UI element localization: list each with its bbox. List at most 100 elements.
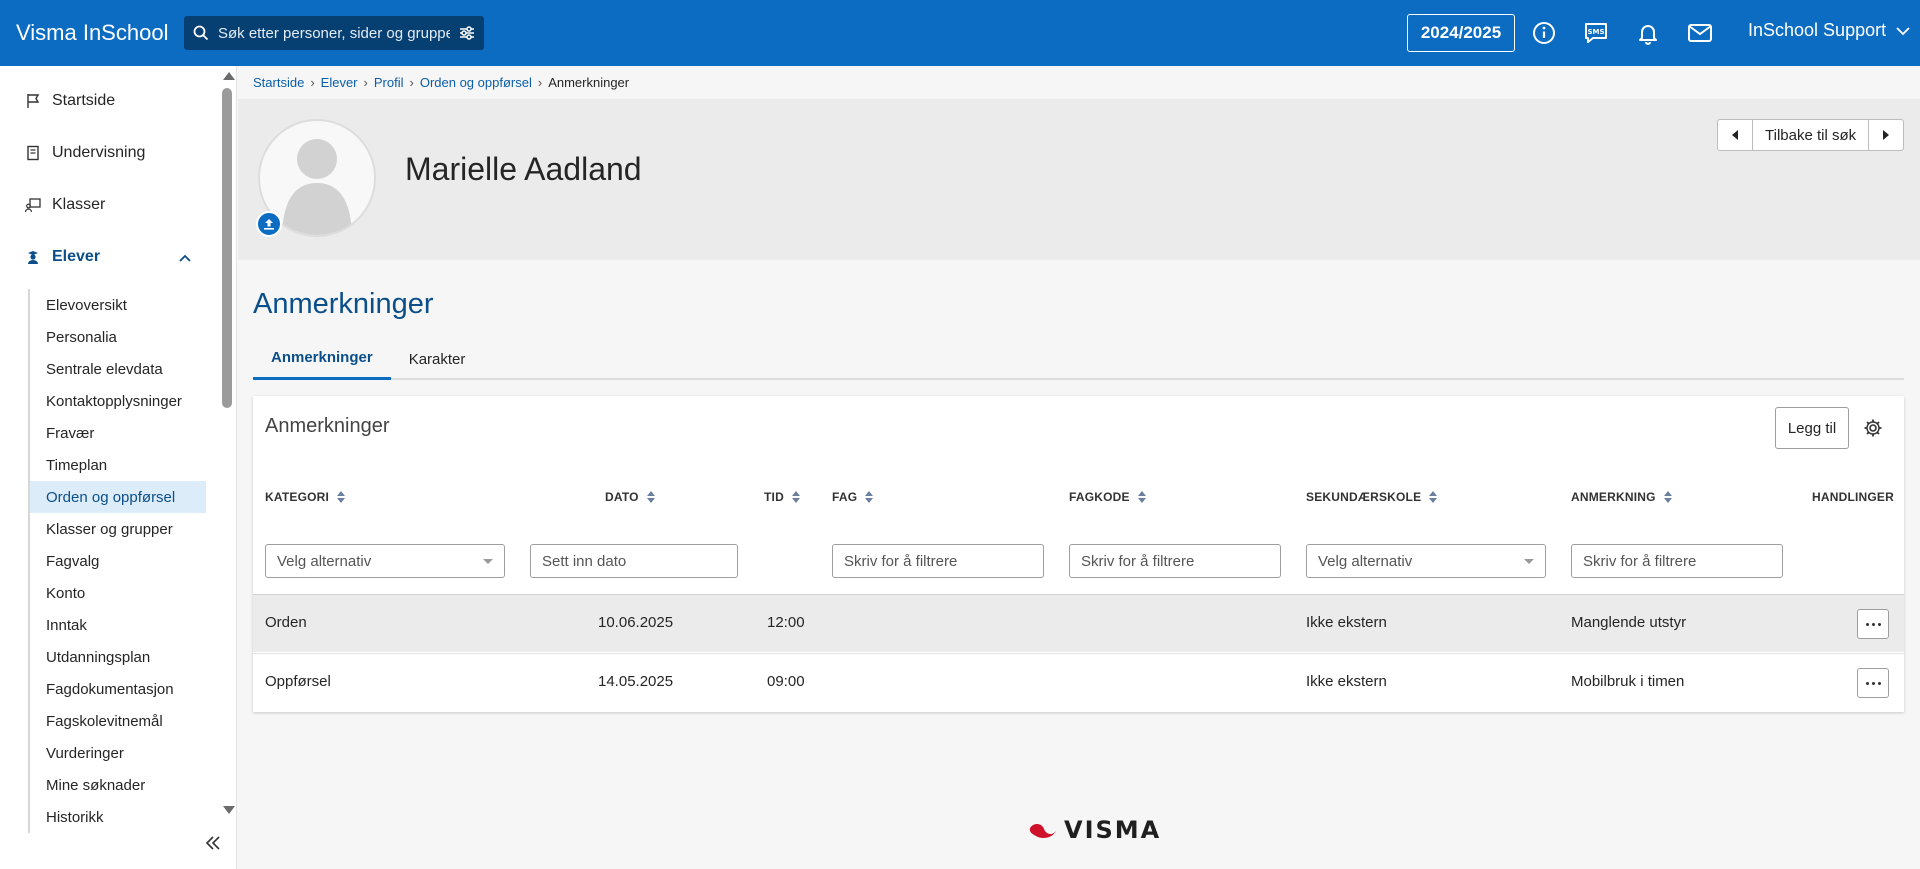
sidebar-item-label: Startside — [52, 92, 116, 109]
breadcrumb-orden-og-oppforsel[interactable]: Orden og oppførsel — [420, 75, 532, 90]
dato-filter-input[interactable] — [530, 544, 738, 578]
sidebar-item-kontaktopplysninger[interactable]: Kontaktopplysninger — [30, 385, 206, 417]
cell-tid: 12:00 — [767, 614, 805, 631]
school-year-button[interactable]: 2024/2025 — [1407, 14, 1515, 52]
chevron-right-icon: › — [310, 75, 315, 90]
cell-dato: 10.06.2025 — [598, 614, 674, 631]
breadcrumb-startside[interactable]: Startside — [253, 75, 304, 90]
sidebar-item-timeplan[interactable]: Timeplan — [30, 449, 206, 481]
anmerkning-filter-input[interactable] — [1571, 544, 1783, 578]
column-header-fag[interactable]: FAG — [832, 490, 874, 504]
sidebar-item-undervisning[interactable]: Undervisning — [24, 144, 145, 162]
sidebar-item-klasser[interactable]: Klasser — [24, 196, 105, 214]
search-icon — [184, 16, 218, 50]
sidebar-item-startside[interactable]: Startside — [24, 92, 115, 110]
global-search — [184, 16, 484, 50]
row-actions-button[interactable] — [1857, 668, 1889, 698]
fag-filter-input[interactable] — [832, 544, 1044, 578]
scroll-up-arrow-icon[interactable] — [223, 72, 235, 80]
column-header-tid[interactable]: TID — [764, 490, 800, 504]
mail-icon[interactable] — [1686, 19, 1714, 47]
sidebar-item-fagvalg[interactable]: Fagvalg — [30, 545, 206, 577]
column-header-kategori[interactable]: KATEGORI — [265, 490, 346, 504]
breadcrumb: Startside › Elever › Profil › Orden og oppf… — [253, 75, 629, 90]
sort-icon — [1137, 491, 1146, 503]
cell-sekundaerskole: Ikke ekstern — [1306, 673, 1387, 690]
user-menu[interactable]: InSchool Support — [1748, 20, 1910, 41]
sort-icon — [1663, 491, 1672, 503]
row-actions-button[interactable] — [1857, 609, 1889, 639]
add-remark-button[interactable]: Legg til — [1775, 407, 1849, 449]
cell-kategori: Orden — [265, 614, 307, 631]
sidebar-item-fagdokumentasjon[interactable]: Fagdokumentasjon — [30, 673, 206, 705]
book-icon — [24, 144, 42, 162]
sort-icon — [337, 491, 346, 503]
sidebar-item-klasser-og-grupper[interactable]: Klasser og grupper — [30, 513, 206, 545]
student-icon — [24, 248, 42, 266]
bell-icon[interactable] — [1634, 19, 1662, 47]
sidebar-item-historikk[interactable]: Historikk — [30, 801, 206, 833]
cell-dato: 14.05.2025 — [598, 673, 674, 690]
top-bar: Visma InSchool 2024/2025 SMS InSchool Su… — [0, 0, 1920, 66]
back-to-search-button[interactable]: Tilbake til søk — [1752, 120, 1870, 150]
search-input[interactable] — [218, 16, 450, 50]
column-header-fagkode[interactable]: FAGKODE — [1069, 490, 1146, 504]
sort-icon — [865, 491, 874, 503]
sidebar-item-fravaer[interactable]: Fravær — [30, 417, 206, 449]
previous-student-button[interactable] — [1718, 120, 1752, 150]
student-name: Marielle Aadland — [405, 151, 642, 187]
column-header-dato[interactable]: DATO — [605, 490, 655, 504]
flag-icon — [24, 92, 42, 110]
column-header-handlinger: HANDLINGER — [1812, 490, 1894, 504]
kategori-filter-select[interactable]: Velg alternativ — [265, 544, 505, 578]
card-title: Anmerkninger — [265, 415, 390, 437]
sidebar-item-inntak[interactable]: Inntak — [30, 609, 206, 641]
cell-tid: 09:00 — [767, 673, 805, 690]
table-row[interactable]: Oppførsel 14.05.2025 09:00 Ikke ekstern … — [253, 653, 1904, 711]
sidebar-item-label: Elever — [52, 248, 101, 265]
sidebar-item-konto[interactable]: Konto — [30, 577, 206, 609]
sidebar-item-vurderinger[interactable]: Vurderinger — [30, 737, 206, 769]
sidebar-item-utdanningsplan[interactable]: Utdanningsplan — [30, 641, 206, 673]
filter-settings-icon[interactable] — [450, 16, 484, 50]
app-title[interactable]: Visma InSchool — [16, 20, 184, 46]
sidebar-item-personalia[interactable]: Personalia — [30, 321, 206, 353]
chevron-up-icon[interactable] — [176, 249, 194, 267]
column-header-anmerkning[interactable]: ANMERKNING — [1571, 490, 1672, 504]
tab-anmerkninger[interactable]: Anmerkninger — [253, 338, 391, 380]
column-header-sekundaerskole[interactable]: SEKUNDÆRSKOLE — [1306, 490, 1438, 504]
caret-down-icon — [1524, 558, 1534, 564]
sidebar-item-label: Undervisning — [52, 144, 146, 161]
page-title: Anmerkninger — [253, 288, 434, 320]
cell-anmerkning: Mobilbruk i timen — [1571, 673, 1685, 690]
tab-karakter[interactable]: Karakter — [391, 338, 484, 380]
cell-anmerkning: Manglende utstyr — [1571, 614, 1687, 631]
fagkode-filter-input[interactable] — [1069, 544, 1281, 578]
sms-icon[interactable]: SMS — [1582, 19, 1610, 47]
info-icon[interactable] — [1530, 19, 1558, 47]
sidebar-item-label: Klasser — [52, 196, 106, 213]
sidebar-item-mine-soknader[interactable]: Mine søknader — [30, 769, 206, 801]
remarks-card: Anmerkninger Legg til KATEGORI DATO TID … — [253, 396, 1904, 712]
sidebar-item-sentrale-elevdata[interactable]: Sentrale elevdata — [30, 353, 206, 385]
chevron-right-icon: › — [363, 75, 368, 90]
sort-icon — [646, 491, 655, 503]
gear-icon[interactable] — [1863, 418, 1883, 438]
sidebar-item-orden-og-oppforsel[interactable]: Orden og oppførsel — [30, 481, 206, 513]
scrollbar-thumb[interactable] — [222, 88, 232, 408]
sidebar-item-fagskolevitnemal[interactable]: Fagskolevitnemål — [30, 705, 206, 737]
svg-text:SMS: SMS — [1587, 28, 1604, 36]
classroom-icon — [24, 196, 42, 214]
breadcrumb-profil[interactable]: Profil — [374, 75, 404, 90]
scroll-down-arrow-icon[interactable] — [223, 806, 235, 814]
collapse-sidebar-icon[interactable] — [202, 832, 224, 854]
sidebar: Startside Undervisning Klasser Elever El… — [0, 66, 237, 869]
breadcrumb-elever[interactable]: Elever — [321, 75, 358, 90]
sekundaerskole-filter-select[interactable]: Velg alternativ — [1306, 544, 1546, 578]
upload-photo-icon[interactable] — [256, 211, 282, 237]
sidebar-item-elevoversikt[interactable]: Elevoversikt — [30, 289, 206, 321]
sidebar-item-elever[interactable]: Elever — [24, 248, 100, 266]
table-row[interactable]: Orden 10.06.2025 12:00 Ikke ekstern Mang… — [253, 594, 1904, 652]
next-student-button[interactable] — [1869, 120, 1903, 150]
search-result-pager: Tilbake til søk — [1717, 119, 1905, 151]
